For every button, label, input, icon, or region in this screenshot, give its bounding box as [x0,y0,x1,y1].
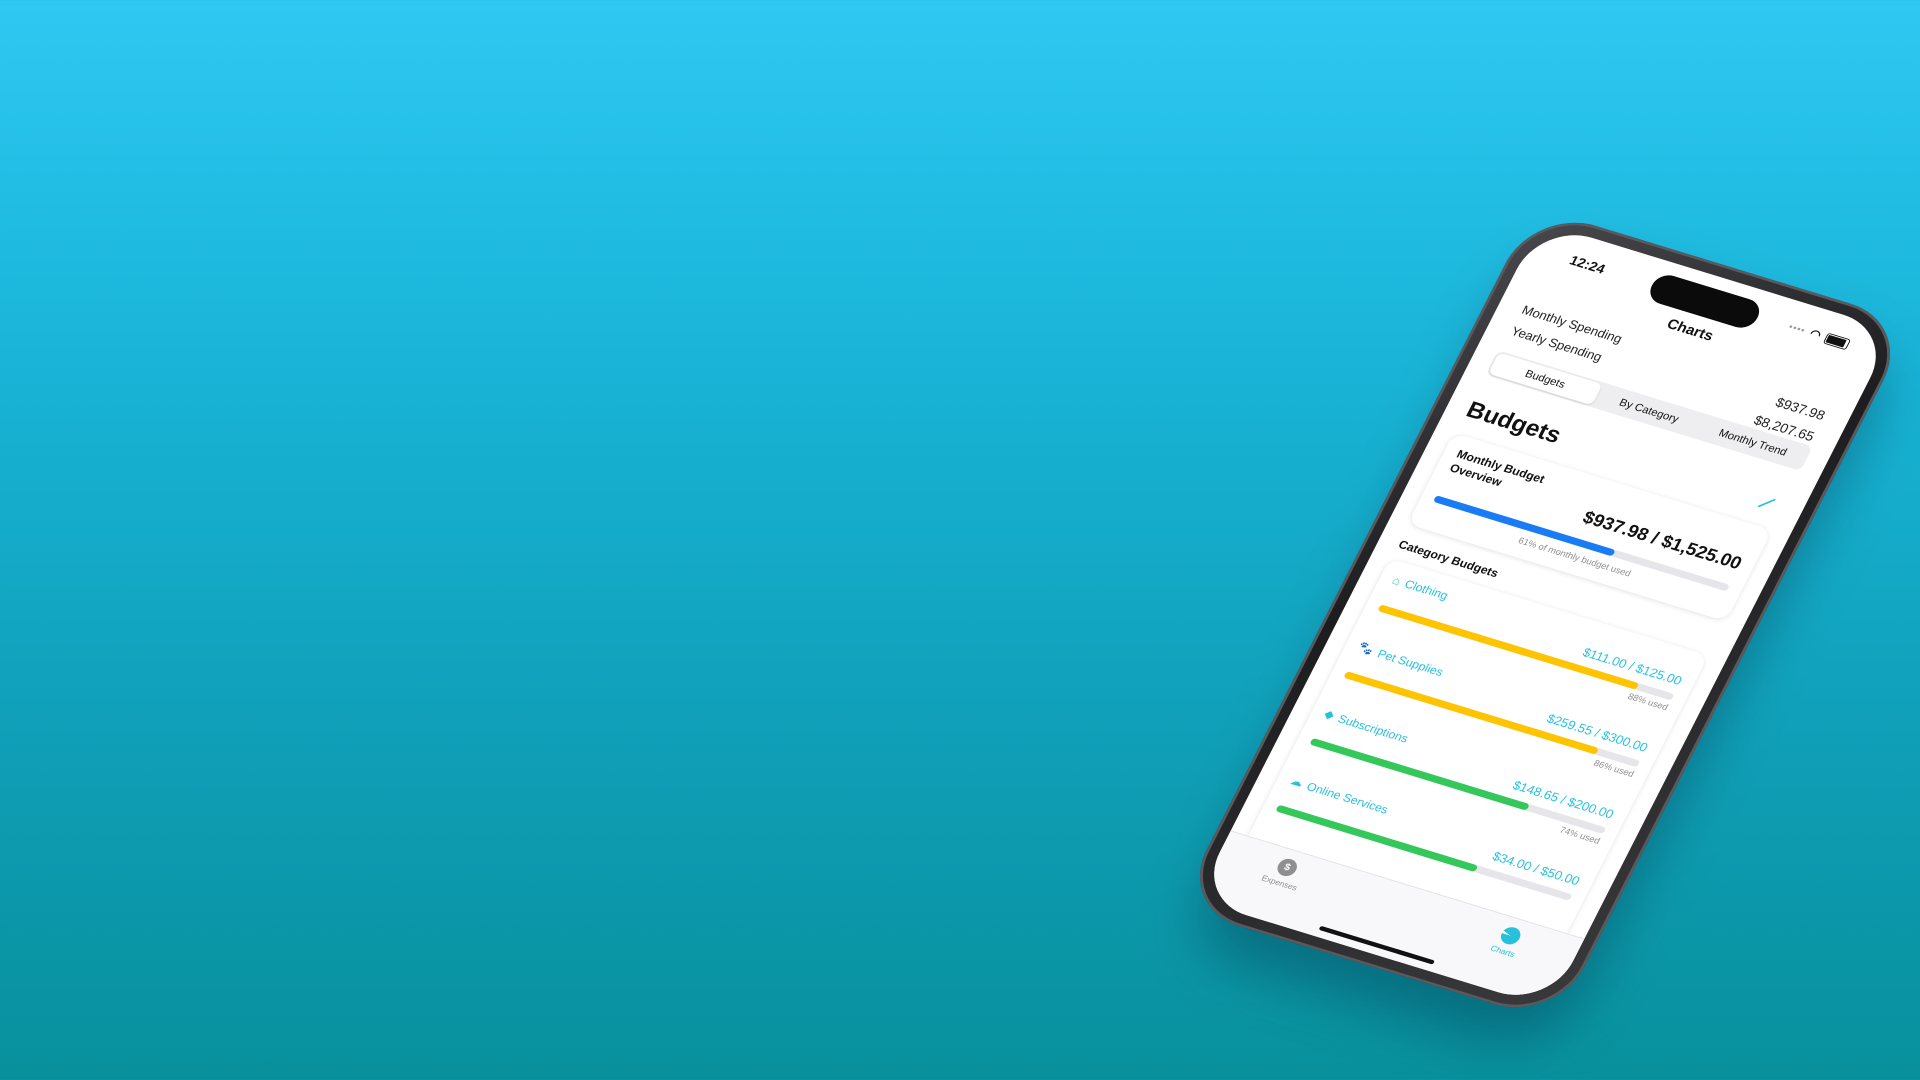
tab-expenses-label: Expenses [1259,873,1299,893]
wifi-icon: ◠ [1807,326,1824,342]
phone-mockup: 12:24 •••• ◠ Charts Monthly Spending $93… [1177,207,1913,1059]
phone-frame: 12:24 •••• ◠ Charts Monthly Spending $93… [1177,207,1913,1023]
cloud-icon: ☁ [1288,773,1306,790]
paw-icon: 🐾 [1356,640,1377,657]
tab-charts[interactable]: Charts [1466,917,1550,966]
tab-expenses[interactable]: $ Expenses [1242,849,1326,898]
category-name: 🐾 Pet Supplies [1356,640,1446,679]
overview-label: Monthly Budget Overview [1447,447,1548,489]
category-label: Online Services [1304,779,1391,816]
tag-icon: ◆ [1322,706,1338,722]
background: 12:24 •••• ◠ Charts Monthly Spending $93… [0,0,1920,1080]
category-label: Pet Supplies [1375,646,1446,679]
category-label: Subscriptions [1336,711,1411,745]
category-name: ◆ Subscriptions [1322,707,1411,745]
category-label: Clothing [1402,577,1451,603]
tab-charts-label: Charts [1489,943,1517,959]
category-amount: $34.00 / $50.00 [1490,848,1583,888]
phone-screen: 12:24 •••• ◠ Charts Monthly Spending $93… [1195,222,1895,1008]
category-name: ⌂ Clothing [1390,573,1450,602]
signal-icon: •••• [1787,321,1808,336]
pie-chart-icon [1497,924,1524,947]
battery-icon [1822,332,1852,350]
hanger-icon: ⌂ [1390,573,1404,588]
status-time: 12:24 [1566,253,1608,278]
dollar-icon: $ [1274,856,1301,879]
pencil-icon[interactable] [1755,492,1781,514]
